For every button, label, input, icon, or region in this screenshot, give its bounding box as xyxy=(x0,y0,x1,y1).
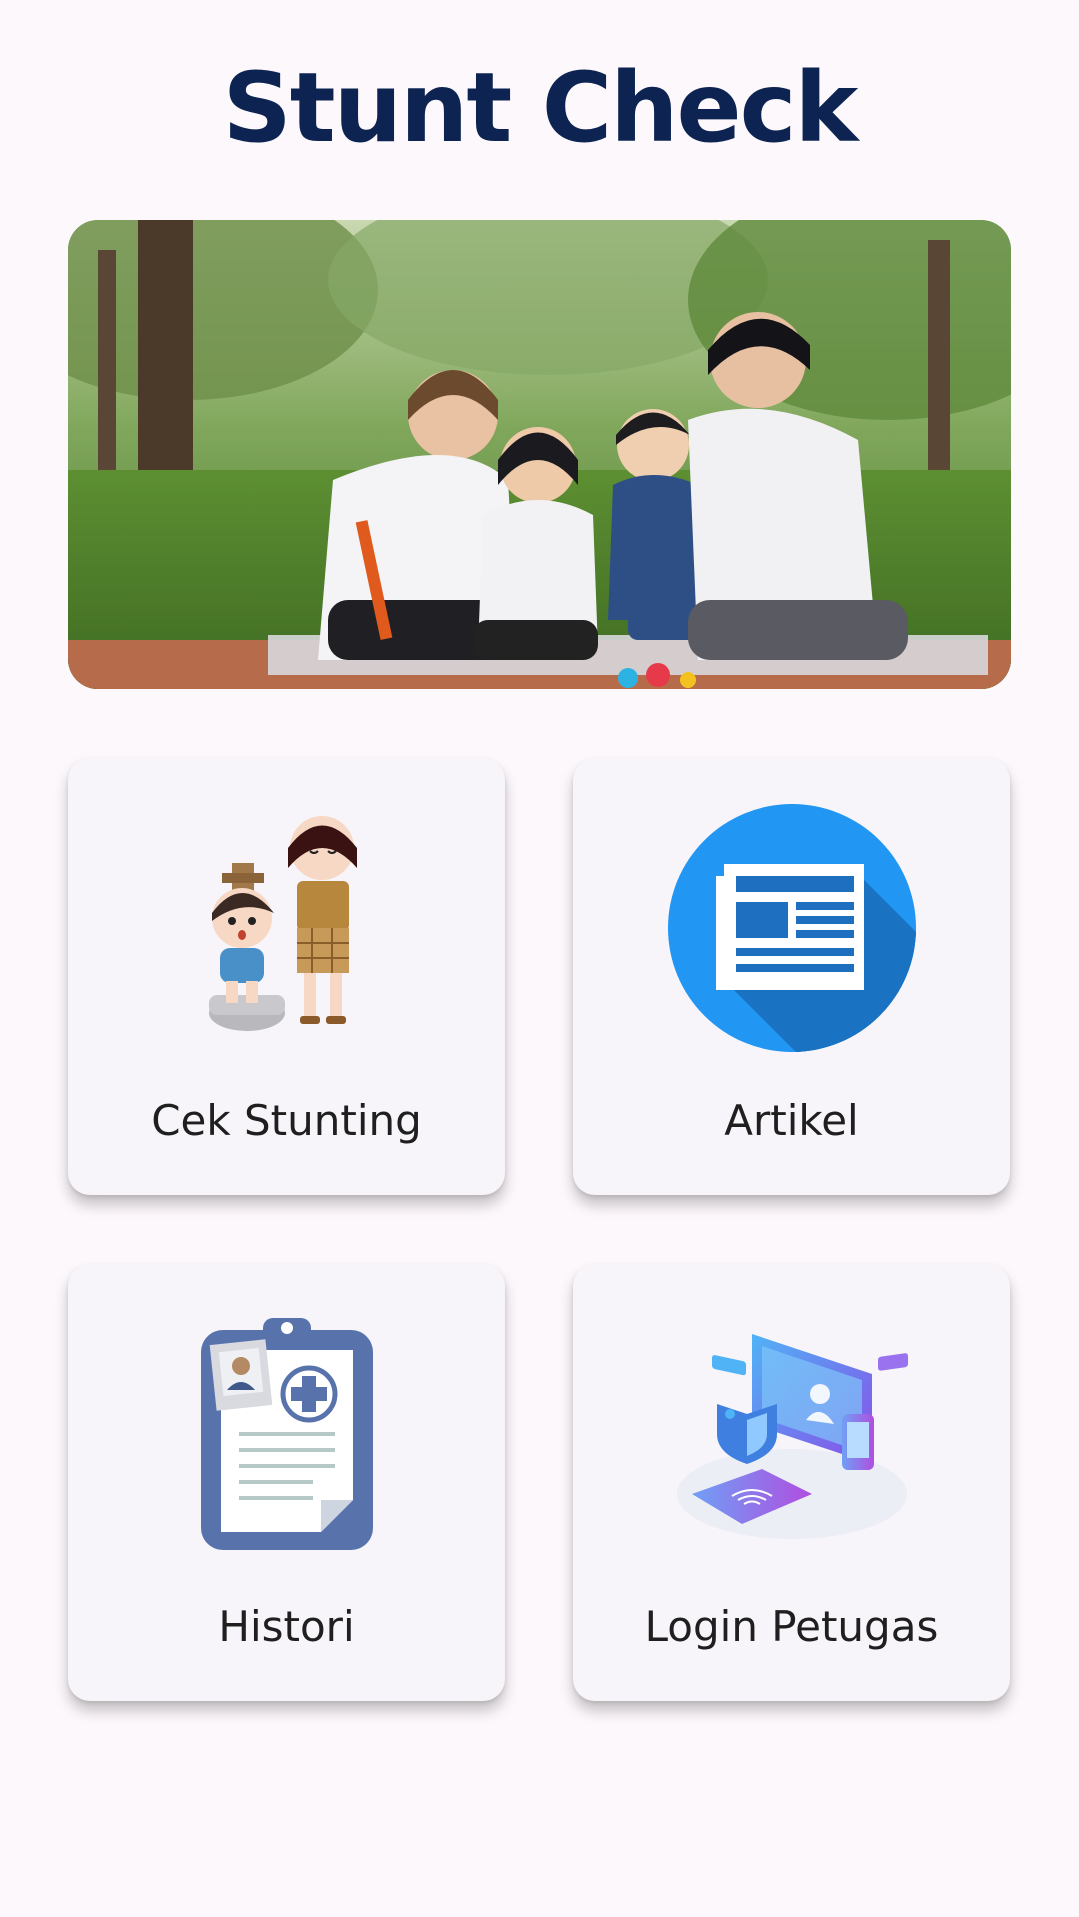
login-petugas-card[interactable]: Login Petugas xyxy=(573,1264,1010,1701)
histori-card[interactable]: Histori xyxy=(68,1264,505,1701)
login-petugas-label: Login Petugas xyxy=(644,1602,939,1651)
artikel-label: Artikel xyxy=(724,1096,859,1145)
hero-family-photo xyxy=(68,220,1011,689)
height-measure-icon xyxy=(68,798,505,1058)
newspaper-icon xyxy=(573,798,1010,1058)
cek-stunting-card[interactable]: Cek Stunting xyxy=(68,758,505,1195)
app-title: Stunt Check xyxy=(222,52,859,164)
medical-clipboard-icon xyxy=(68,1304,505,1564)
secure-login-icon xyxy=(573,1304,1010,1564)
cek-stunting-label: Cek Stunting xyxy=(151,1096,422,1145)
artikel-card[interactable]: Artikel xyxy=(573,758,1010,1195)
histori-label: Histori xyxy=(218,1602,355,1651)
